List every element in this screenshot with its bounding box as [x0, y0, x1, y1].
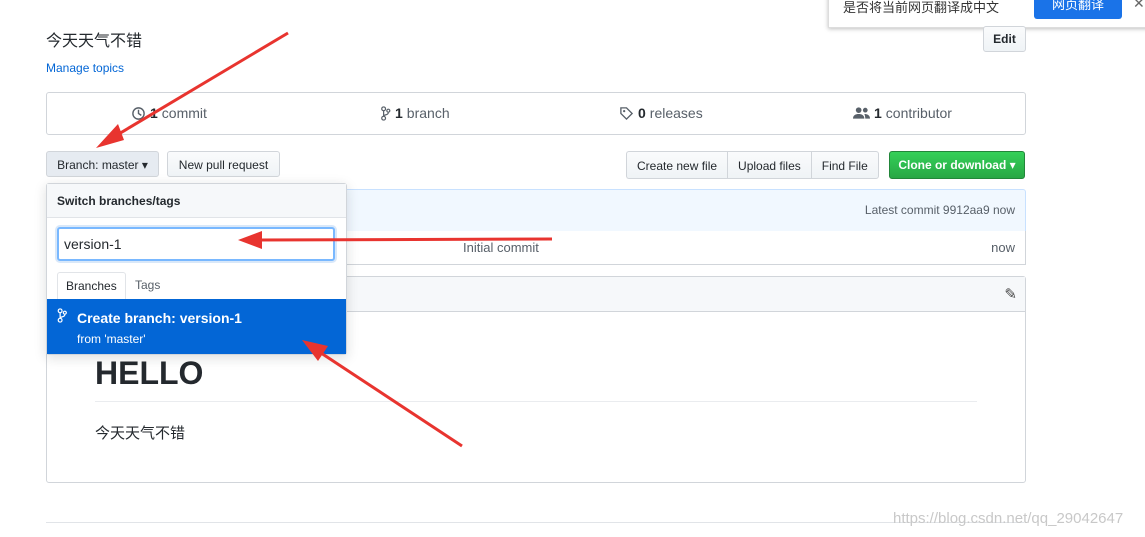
repo-description: 今天天气不错 — [46, 33, 143, 50]
new-pull-request-button[interactable]: New pull request — [167, 151, 280, 177]
tab-branches[interactable]: Branches — [57, 272, 126, 300]
upload-files-button[interactable]: Upload files — [727, 151, 811, 179]
people-icon — [853, 107, 870, 119]
commits-link[interactable]: 1 commit — [131, 105, 207, 121]
tag-icon — [620, 106, 634, 120]
branches-count: 1 — [395, 105, 403, 121]
readme-paragraph: 今天天气不错 — [95, 425, 186, 442]
readme-divider — [95, 401, 977, 402]
watermark: https://blog.csdn.net/qq_29042647 — [893, 510, 1124, 527]
contributors-label: contributor — [885, 105, 952, 121]
file-actions-group: Create new file Upload files Find File — [626, 151, 879, 179]
translate-popup: 是否将当前网页翻译成中文 网页翻译 ✕ — [828, 0, 1145, 28]
create-new-file-button[interactable]: Create new file — [626, 151, 728, 179]
translate-prompt: 是否将当前网页翻译成中文 — [843, 0, 1000, 15]
commit-age: now — [991, 240, 1015, 255]
footer-divider — [46, 522, 1024, 523]
releases-label: releases — [649, 105, 703, 121]
releases-link[interactable]: 0 releases — [619, 105, 703, 121]
close-icon[interactable]: ✕ — [1133, 0, 1145, 12]
find-file-button[interactable]: Find File — [810, 151, 879, 179]
dropdown-title: Switch branches/tags — [57, 194, 181, 208]
branch-icon — [57, 308, 67, 326]
dropdown-tabs: Branches Tags — [47, 272, 346, 300]
branch-select-button[interactable]: Branch: master ▾ — [46, 151, 159, 177]
commits-count: 1 — [150, 105, 158, 121]
clone-or-download-button[interactable]: Clone or download ▾ — [889, 151, 1025, 179]
branch-icon — [381, 105, 391, 121]
numbers-summary: 1 commit 1 branch 0 releases 1 contribut… — [46, 92, 1026, 135]
edit-button[interactable]: Edit — [983, 26, 1026, 52]
branch-dropdown: Switch branches/tags Branches Tags Creat… — [46, 183, 347, 355]
commits-label: commit — [161, 105, 207, 121]
create-branch-title: Create branch: version-1 — [77, 310, 242, 326]
readme-heading: HELLO — [95, 355, 204, 391]
latest-commit-text[interactable]: Latest commit 9912aa9 now — [865, 203, 1015, 217]
create-branch-source: from 'master' — [77, 332, 146, 346]
contributors-count: 1 — [874, 105, 882, 121]
dropdown-header: Switch branches/tags — [47, 184, 346, 218]
branches-label: branch — [406, 105, 450, 121]
tab-tags[interactable]: Tags — [127, 272, 168, 298]
branches-link[interactable]: 1 branch — [380, 105, 450, 121]
commit-message[interactable]: Initial commit — [463, 240, 539, 255]
history-icon — [132, 106, 145, 120]
branch-filter-input[interactable] — [57, 227, 335, 261]
translate-button[interactable]: 网页翻译 — [1034, 0, 1122, 19]
manage-topics-link[interactable]: Manage topics — [46, 61, 124, 75]
create-branch-option[interactable]: Create branch: version-1 from 'master' — [47, 299, 346, 354]
pencil-icon[interactable]: ✎ — [1004, 285, 1017, 303]
contributors-link[interactable]: 1 contributor — [853, 105, 952, 121]
releases-count: 0 — [638, 105, 646, 121]
